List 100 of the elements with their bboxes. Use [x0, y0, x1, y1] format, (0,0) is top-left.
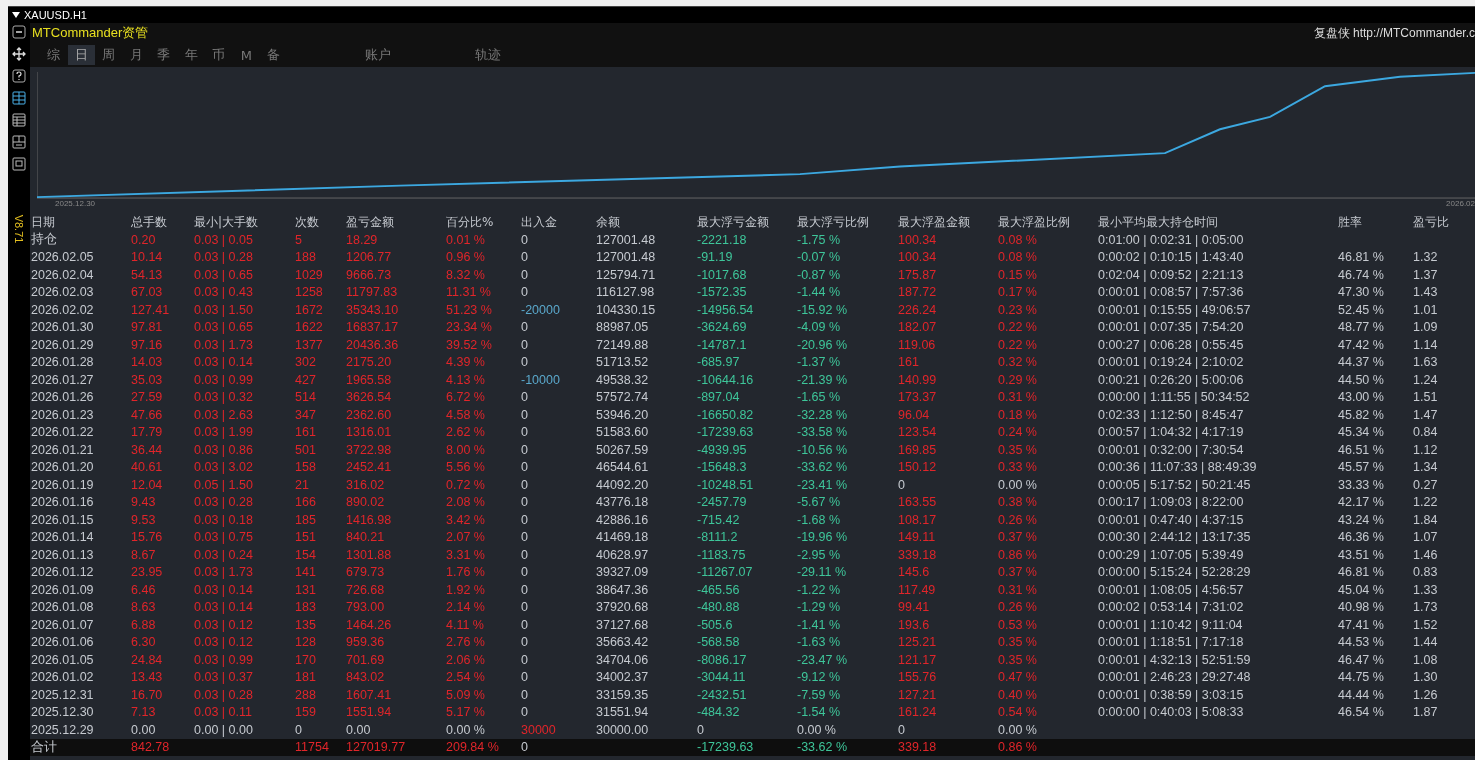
table-cell-text: 145.6 [897, 565, 931, 580]
column-header: 胜率 [1337, 213, 1363, 231]
table-cell-text: 0 [520, 320, 529, 335]
brand-link[interactable]: 复盘侠 http://MTCommander.c [1313, 24, 1475, 42]
table-cell-text: 193.6 [897, 617, 931, 632]
table-cell-text: 23.34 % [445, 320, 493, 335]
column-header: 最大浮亏金额 [696, 213, 770, 231]
table-cell-text: 339.18 [897, 547, 938, 562]
period-tab[interactable]: 年 [177, 45, 205, 65]
table-cell-text: -715.42 [696, 512, 741, 527]
table-cell-text: 131 [294, 582, 317, 597]
table-cell-text: 173.37 [897, 390, 938, 405]
table-cell-text: 182.07 [897, 320, 938, 335]
table-cell-text: 0.26 % [997, 512, 1038, 527]
table-cell-text: 2026.01.05 [30, 652, 95, 667]
table-cell-text: 44.44 % [1337, 687, 1385, 702]
table-cell-text: 2.54 % [445, 670, 486, 685]
table-cell-text: 45.57 % [1337, 460, 1385, 475]
table-cell-text: 159 [294, 705, 317, 720]
table-cell-text: 0.03 | 0.65 [193, 320, 254, 335]
table-cell-text: 726.68 [345, 582, 386, 597]
column-header: 次数 [294, 213, 320, 231]
table-cell-text: 1622 [294, 320, 324, 335]
table-cell-text: 0:00:57 | 1:04:32 | 4:17:19 [1097, 425, 1245, 440]
table-cell-text: 0:00:01 | 2:46:23 | 29:27:48 [1097, 670, 1252, 685]
table-cell-text: 226.24 [897, 302, 938, 317]
table-cell-text: 0.03 | 0.28 [193, 250, 254, 265]
table-cell-text: 1.44 [1412, 635, 1439, 650]
period-tab[interactable]: M [232, 45, 260, 65]
table-cell-text: -1.75 % [796, 232, 842, 247]
table-cell-text: 0.31 % [997, 582, 1038, 597]
period-tab[interactable]: 备 [260, 45, 288, 65]
table-cell-text: 0:00:00 | 1:11:55 | 50:34:52 [1097, 390, 1251, 405]
table-cell-text: 0.03 | 0.75 [193, 530, 254, 545]
section-tab[interactable]: 轨迹 [467, 45, 508, 65]
table-cell-text: 0 [520, 285, 529, 300]
table-cell-text: 0:00:00 | 5:15:24 | 52:28:29 [1097, 565, 1252, 580]
table-cell-text: 1.34 [1412, 460, 1439, 475]
table-icon[interactable] [12, 113, 26, 127]
section-tab[interactable]: 账户 [357, 45, 398, 65]
window-icon[interactable] [12, 157, 26, 171]
table-cell-text: 21 [294, 477, 310, 492]
period-tab[interactable]: 季 [150, 45, 178, 65]
table-cell-text: -1572.35 [696, 285, 748, 300]
table-cell-text: 0 [520, 512, 529, 527]
period-tab[interactable]: 周 [95, 45, 123, 65]
table-cell-text: 793.00 [345, 600, 386, 615]
table-cell-text: 135 [294, 617, 317, 632]
column-header: 余额 [595, 213, 621, 231]
table-cell-text: 57572.74 [595, 390, 650, 405]
table-cell-text: 104330.15 [595, 302, 657, 317]
table-cell-text: 1.51 [1412, 390, 1439, 405]
period-tab[interactable]: 月 [122, 45, 150, 65]
table-cell-text: 2026.01.19 [30, 477, 95, 492]
table-cell-text: 701.69 [345, 652, 386, 667]
table-cell-text: 0:00:27 | 0:06:28 | 0:55:45 [1097, 337, 1245, 352]
table-cell-text: 123.54 [897, 425, 938, 440]
table-cell-text: 0.03 | 0.65 [193, 267, 254, 282]
table-cell-text: 0.03 | 2.63 [193, 407, 254, 422]
minimize-icon[interactable] [12, 25, 26, 39]
table-cell-text: 1464.26 [345, 617, 393, 632]
table-cell-text: -0.07 % [796, 250, 842, 265]
table-cell-text: 125794.71 [595, 267, 657, 282]
table-cell-text: -10248.51 [696, 477, 755, 492]
table-cell-text: 0.72 % [445, 477, 486, 492]
table-cell-text: 39.52 % [445, 337, 493, 352]
table-cell-text: 0 [520, 267, 529, 282]
table-cell-text: 35343.10 [345, 302, 400, 317]
table-cell-text: 1.73 [1412, 600, 1439, 615]
table-cell-text: 155.76 [897, 670, 938, 685]
table-cell-text: 679.73 [345, 565, 386, 580]
table-cell-text: 48.77 % [1337, 320, 1385, 335]
table-cell-text: 0.33 % [997, 460, 1038, 475]
table-cell-text: 46.81 % [1337, 565, 1385, 580]
table-cell-text: 0 [520, 547, 529, 562]
layout-icon[interactable] [12, 135, 26, 149]
table-cell-text: 0.35 % [997, 652, 1038, 667]
grid-icon[interactable] [12, 91, 26, 105]
period-tab[interactable]: 综 [40, 45, 68, 65]
move-icon[interactable] [12, 47, 26, 61]
period-tab[interactable]: 币 [205, 45, 233, 65]
table-cell-text: 2.06 % [445, 652, 486, 667]
table-cell-text: -1.63 % [796, 635, 842, 650]
table-cell-text: 0.03 | 1.73 [193, 337, 254, 352]
help-icon[interactable] [12, 69, 26, 83]
table-cell-text: 0 [897, 722, 906, 737]
table-cell-text: 8.63 [130, 600, 157, 615]
table-cell-text: 2026.01.29 [30, 337, 95, 352]
table-cell-text: 1416.98 [345, 512, 393, 527]
table-cell-text: 0.03 | 0.14 [193, 582, 254, 597]
table-cell-text: 0.03 | 0.14 [193, 600, 254, 615]
table-cell-text: 42.17 % [1337, 495, 1385, 510]
table-cell-text: -21.39 % [796, 372, 849, 387]
table-cell-text: 0 [520, 652, 529, 667]
table-cell-text: 1.87 [1412, 705, 1439, 720]
table-cell-text: 0.03 | 0.12 [193, 617, 254, 632]
table-cell-text: 1.52 [1412, 617, 1439, 632]
table-cell-text: 840.21 [345, 530, 386, 545]
table-cell-text: 1.47 [1412, 407, 1439, 422]
period-tab[interactable]: 日 [67, 45, 95, 65]
